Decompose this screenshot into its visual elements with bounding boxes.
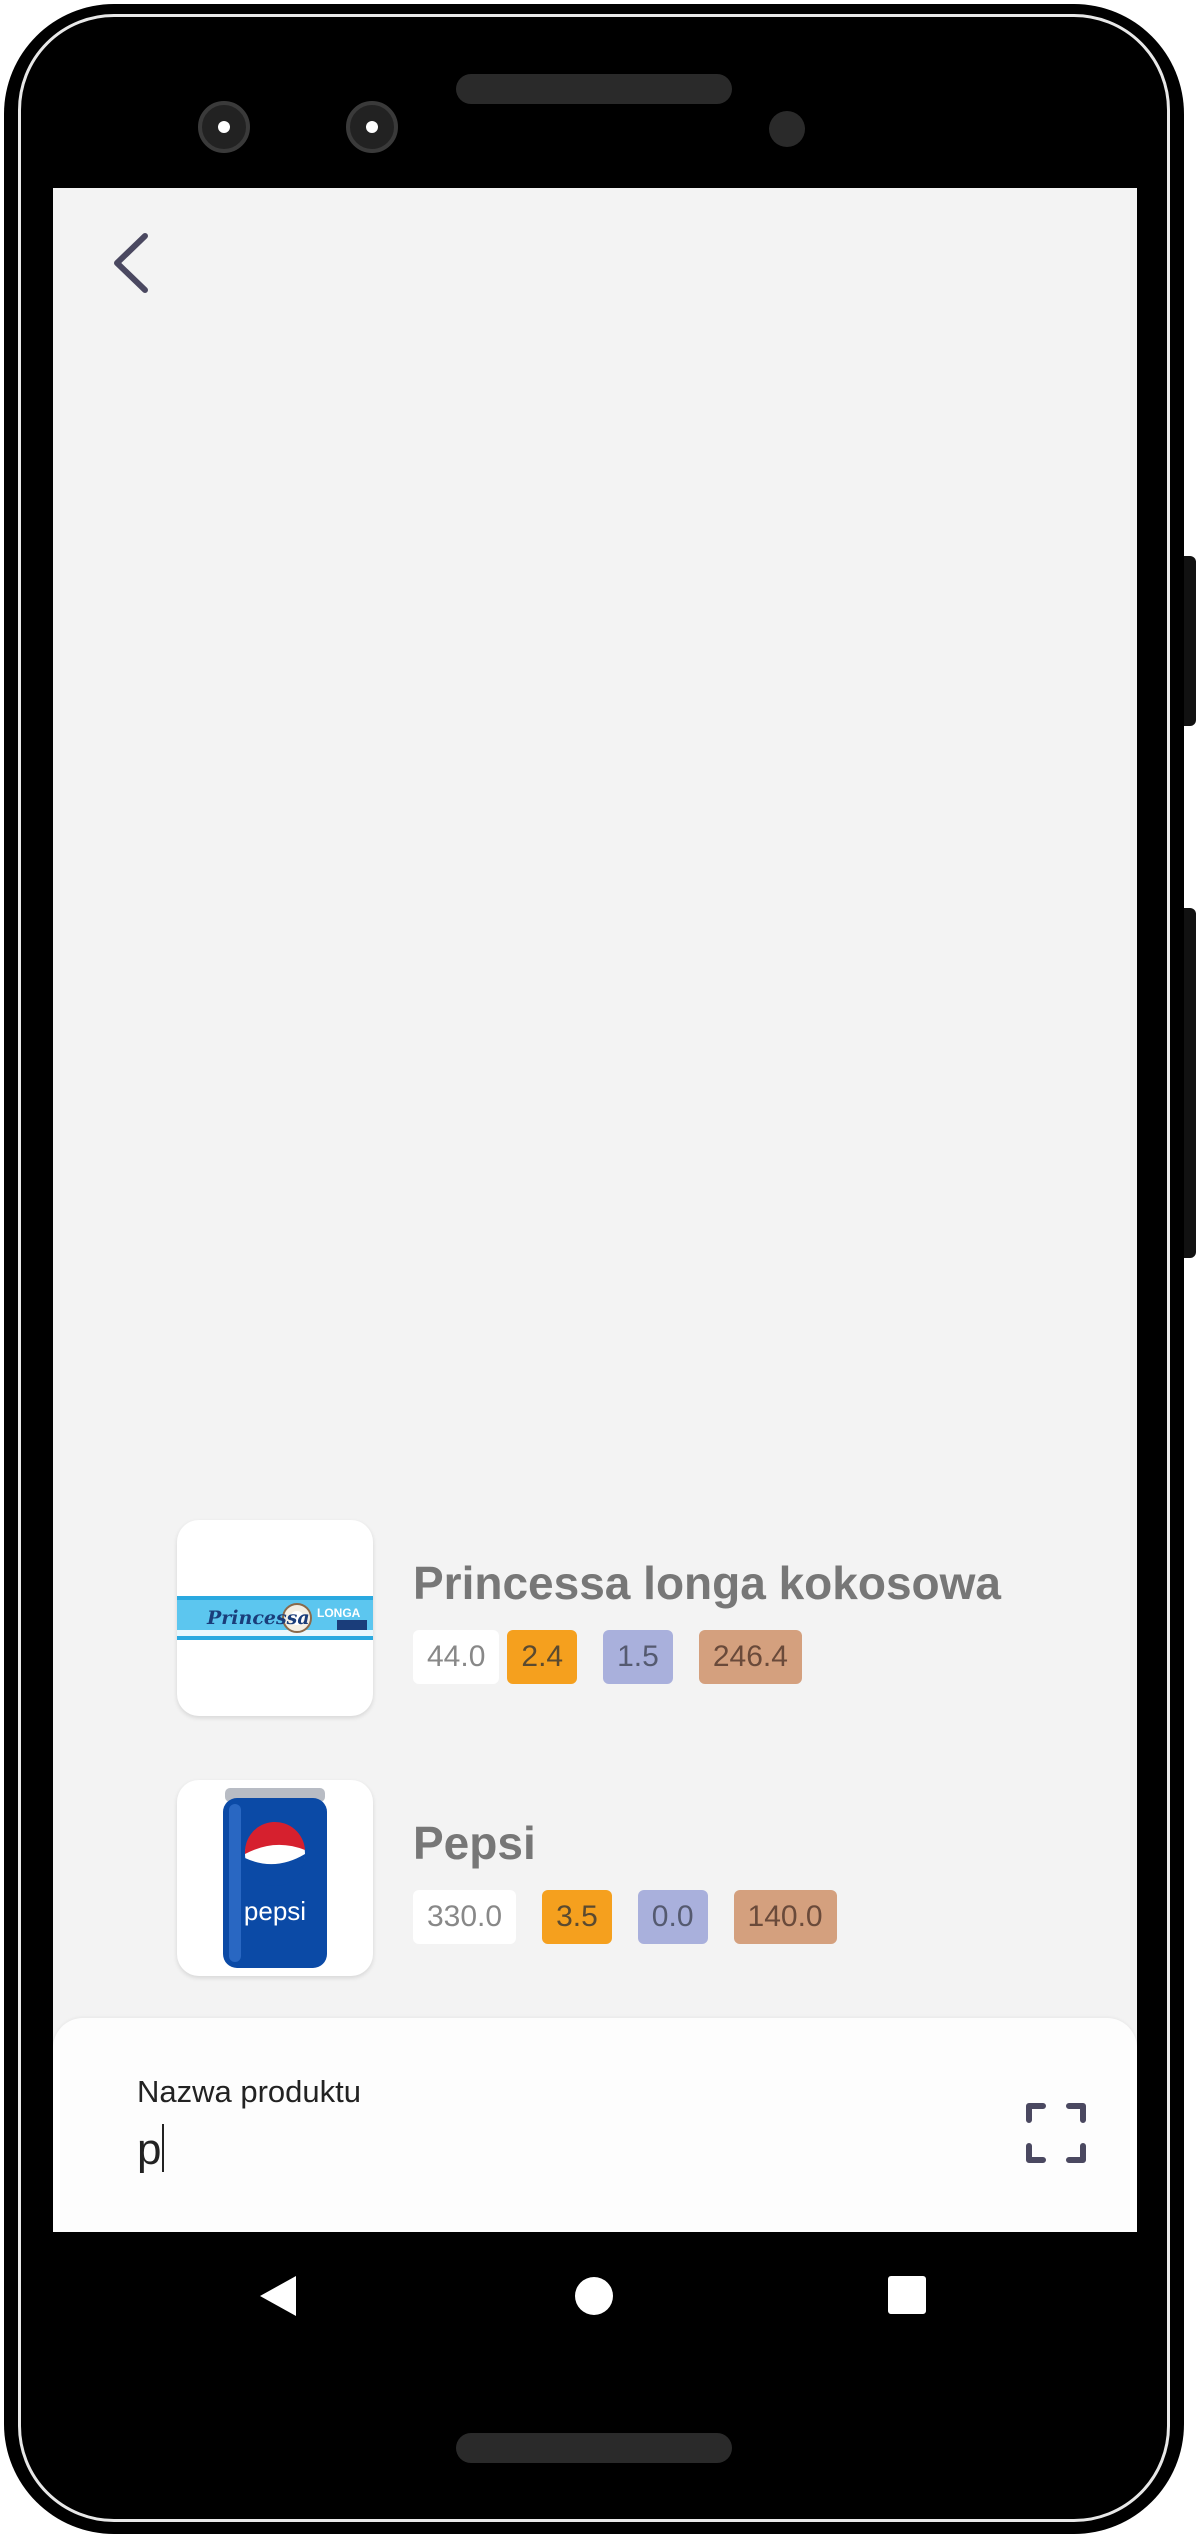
- product-thumbnail: Princessa LONGA: [177, 1520, 373, 1716]
- value-chip-calories: 246.4: [698, 1630, 802, 1684]
- value-chip-protein: 3.5: [542, 1890, 612, 1944]
- nutrition-values: 44.0 2.4 1.5 246.4: [413, 1630, 802, 1684]
- value-chip-protein: 2.4: [507, 1630, 578, 1684]
- power-button: [1184, 556, 1196, 726]
- volume-button: [1184, 908, 1196, 1258]
- triangle-back-icon: [260, 2276, 296, 2316]
- square-recents-icon: [888, 2276, 926, 2314]
- bottom-speaker: [456, 2433, 732, 2463]
- value-chip-fat: 1.5: [603, 1630, 673, 1684]
- search-input[interactable]: p: [137, 2124, 165, 2175]
- scan-frame-icon: [1026, 2103, 1086, 2163]
- text-cursor: [162, 2124, 165, 2172]
- product-item[interactable]: pepsi Pepsi 330.0 3.5 0.0 140.0: [177, 1780, 1117, 1976]
- pepsi-can-image: pepsi: [223, 1788, 327, 1968]
- chevron-left-icon: [114, 233, 148, 293]
- system-home-button[interactable]: [574, 2276, 614, 2316]
- top-speaker: [456, 74, 732, 104]
- princessa-logo-text: Princessa: [206, 1607, 310, 1629]
- proximity-sensor: [769, 111, 805, 147]
- value-chip-weight: 44.0: [413, 1630, 500, 1684]
- value-chip-weight: 330.0: [413, 1890, 517, 1944]
- front-camera-icon: [198, 101, 250, 153]
- pepsi-logo-text: pepsi: [244, 1896, 306, 1926]
- value-chip-fat: 0.0: [637, 1890, 708, 1944]
- nutrition-values: 330.0 3.5 0.0 140.0: [413, 1890, 837, 1944]
- scan-button[interactable]: [1025, 2102, 1087, 2164]
- front-camera-icon: [346, 101, 398, 153]
- product-name: Pepsi: [413, 1817, 536, 1869]
- longa-logo-text: LONGA: [317, 1606, 361, 1620]
- product-name: Princessa longa kokosowa: [413, 1557, 1002, 1609]
- product-item[interactable]: Princessa LONGA Princessa longa kokosowa…: [177, 1520, 1117, 1716]
- circle-home-icon: [575, 2277, 613, 2315]
- value-chip-calories: 140.0: [733, 1890, 837, 1944]
- app-screen: Princessa LONGA Princessa longa kokosowa…: [53, 188, 1137, 2232]
- search-input-value: p: [137, 2125, 162, 2174]
- back-button[interactable]: [103, 228, 163, 298]
- search-label: Nazwa produktu: [137, 2074, 362, 2109]
- search-sheet: Nazwa produktu p: [53, 2018, 1137, 2232]
- product-thumbnail: pepsi: [177, 1780, 373, 1976]
- princessa-wafer-image: Princessa LONGA: [177, 1596, 373, 1640]
- system-recents-button[interactable]: [888, 2276, 926, 2314]
- system-back-button[interactable]: [256, 2274, 300, 2318]
